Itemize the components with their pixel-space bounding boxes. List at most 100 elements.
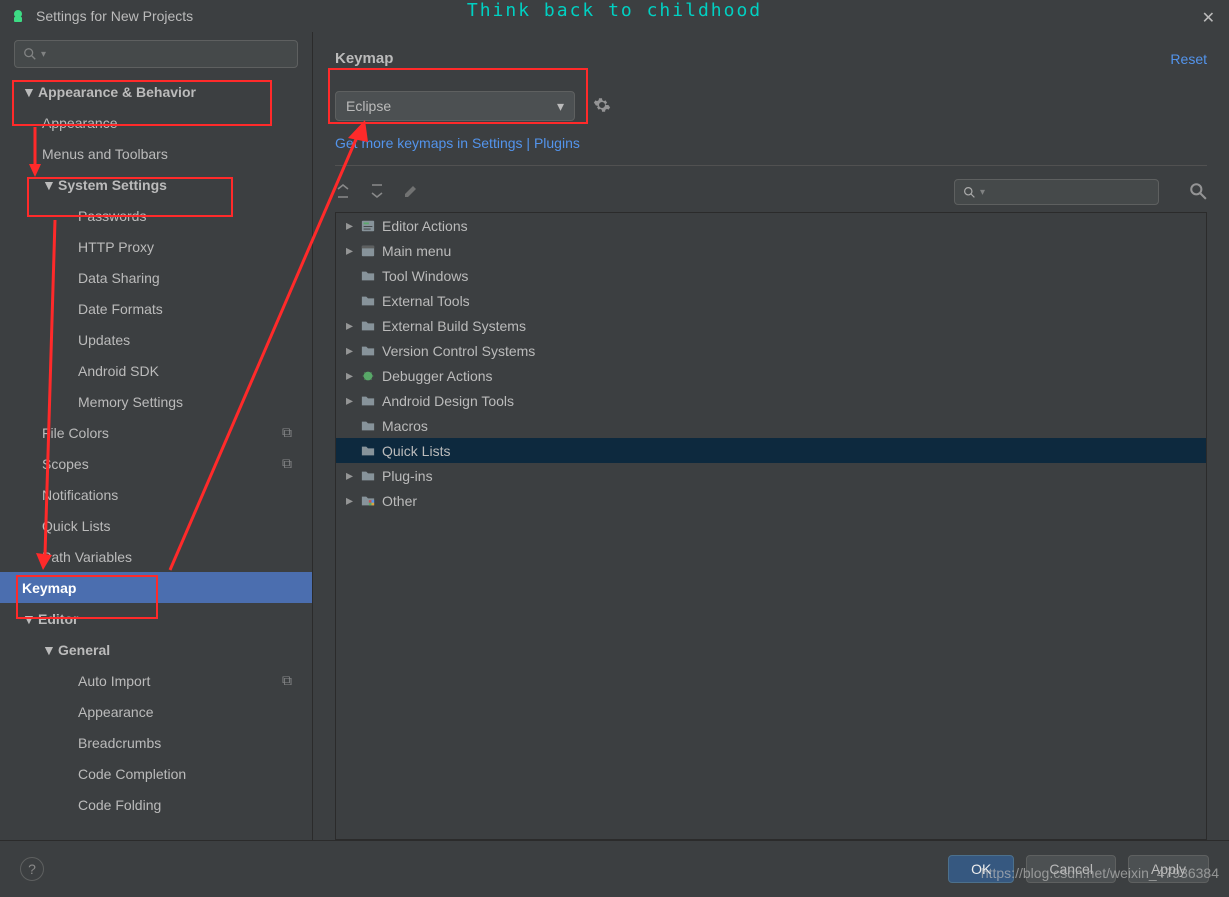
expand-arrow-icon: ▸	[346, 467, 360, 484]
keymap-toolbar: ▾	[335, 172, 1207, 212]
close-icon[interactable]: ✕	[1202, 8, 1215, 28]
sidebar-item-updates[interactable]: Updates	[0, 324, 312, 355]
sidebar-item-general[interactable]: ▼ General	[0, 634, 312, 665]
tree-item-external-tools[interactable]: External Tools	[336, 288, 1206, 313]
folder-icon	[360, 293, 376, 309]
sidebar-item-path-variables[interactable]: Path Variables	[0, 541, 312, 572]
expand-arrow-icon: ▸	[346, 392, 360, 409]
keymap-dropdown-row: Eclipse ▾	[335, 91, 1207, 121]
android-studio-logo-icon	[10, 8, 26, 24]
expand-arrow-icon: ▼	[42, 177, 52, 193]
tree-item-plug-ins[interactable]: ▸Plug-ins	[336, 463, 1206, 488]
sidebar-item-passwords[interactable]: Passwords	[0, 200, 312, 231]
edit-icon[interactable]	[403, 183, 419, 202]
help-button[interactable]: ?	[20, 857, 44, 881]
expand-arrow-icon: ▼	[22, 84, 32, 100]
sidebar-item-keymap[interactable]: Keymap	[0, 572, 312, 603]
sidebar-item-appearance-behavior[interactable]: ▼ Appearance & Behavior	[0, 76, 312, 107]
expand-arrow-icon: ▸	[346, 242, 360, 259]
action-search-input[interactable]: ▾	[954, 179, 1159, 205]
expand-arrow-icon: ▸	[346, 317, 360, 334]
nav-label: Data Sharing	[78, 270, 160, 286]
tree-label: Android Design Tools	[382, 393, 514, 409]
get-more-keymaps-link[interactable]: Get more keymaps in Settings | Plugins	[335, 135, 1207, 151]
keymap-actions-tree: ▸Editor Actions ▸ Main menu Tool Windows Ext…	[335, 212, 1207, 840]
project-scope-icon: ⧉	[282, 672, 292, 689]
sidebar-item-appearance[interactable]: Appearance	[0, 696, 312, 727]
sidebar-item-editor[interactable]: ▼ Editor	[0, 603, 312, 634]
keymap-dropdown[interactable]: Eclipse ▾	[335, 91, 575, 121]
sidebar-item-notifications[interactable]: Notifications	[0, 479, 312, 510]
nav-label: Date Formats	[78, 301, 163, 317]
tree-label: External Tools	[382, 293, 470, 309]
expand-arrow-icon: ▼	[42, 642, 52, 658]
tree-label: Quick Lists	[382, 443, 450, 459]
folder-icon	[360, 493, 376, 509]
sidebar-item-memory-settings[interactable]: Memory Settings	[0, 386, 312, 417]
sidebar-item-code-folding[interactable]: Code Folding	[0, 789, 312, 820]
find-by-shortcut-icon[interactable]	[1189, 182, 1207, 203]
tree-item-android-design-tools[interactable]: ▸ Android Design Tools	[336, 388, 1206, 413]
sidebar-item-quick-lists[interactable]: Quick Lists	[0, 510, 312, 541]
sidebar-item-code-completion[interactable]: Code Completion	[0, 758, 312, 789]
nav-label: Code Folding	[78, 797, 161, 813]
nav-label: Appearance & Behavior	[38, 84, 196, 100]
nav-label: System Settings	[58, 177, 167, 193]
sidebar-item-android-sdk[interactable]: Android SDK	[0, 355, 312, 386]
nav-label: Memory Settings	[78, 394, 183, 410]
main-panel: Keymap Reset Eclipse ▾ Get more keymaps …	[313, 32, 1229, 840]
folder-icon	[360, 418, 376, 434]
sidebar-item-auto-import[interactable]: Auto Import ⧉	[0, 665, 312, 696]
tree-label: Tool Windows	[382, 268, 468, 284]
tree-label: Debugger Actions	[382, 368, 493, 384]
tree-label: Main menu	[382, 243, 451, 259]
expand-all-icon[interactable]	[335, 183, 351, 202]
nav-label: General	[58, 642, 110, 658]
chevron-down-icon: ▾	[557, 98, 564, 115]
expand-arrow-icon: ▸	[346, 492, 360, 509]
nav-label: Appearance	[78, 704, 154, 720]
search-icon	[963, 186, 976, 199]
reset-link[interactable]: Reset	[1170, 51, 1207, 67]
chevron-down-icon: ▾	[41, 49, 46, 60]
folder-icon	[360, 318, 376, 334]
expand-arrow-icon: ▼	[22, 611, 32, 627]
tree-label: Macros	[382, 418, 428, 434]
divider	[335, 165, 1207, 166]
sidebar-item-menus-and-toolbars[interactable]: Menus and Toolbars	[0, 138, 312, 169]
sidebar-item-date-formats[interactable]: Date Formats	[0, 293, 312, 324]
nav-label: Scopes	[42, 456, 89, 472]
folder-icon	[360, 343, 376, 359]
nav-label: Auto Import	[78, 673, 150, 689]
tree-item-macros[interactable]: Macros	[336, 413, 1206, 438]
folder-icon	[360, 393, 376, 409]
nav-label: Appearance	[42, 115, 118, 131]
tree-item-tool-windows[interactable]: Tool Windows	[336, 263, 1206, 288]
sidebar-item-file-colors[interactable]: File Colors⧉	[0, 417, 312, 448]
project-scope-icon: ⧉	[282, 455, 292, 472]
tree-item-external-build-systems[interactable]: ▸External Build Systems	[336, 313, 1206, 338]
sidebar-item-system-settings[interactable]: ▼ System Settings	[0, 169, 312, 200]
folder-icon	[360, 443, 376, 459]
expand-arrow-icon: ▸	[346, 367, 360, 384]
nav-label: Editor	[38, 611, 78, 627]
sidebar-item-breadcrumbs[interactable]: Breadcrumbs	[0, 727, 312, 758]
tree-item-debugger-actions[interactable]: ▸ Debugger Actions	[336, 363, 1206, 388]
tree-item-editor-actions[interactable]: ▸Editor Actions	[336, 213, 1206, 238]
tree-item-main-menu[interactable]: ▸ Main menu	[336, 238, 1206, 263]
sidebar-item-scopes[interactable]: Scopes ⧉	[0, 448, 312, 479]
folder-icon	[360, 243, 376, 259]
tree-item-version-control-systems[interactable]: ▸Version Control Systems	[336, 338, 1206, 363]
gear-icon[interactable]	[593, 96, 611, 117]
tree-item-other[interactable]: ▸Other	[336, 488, 1206, 513]
collapse-all-icon[interactable]	[369, 183, 385, 202]
sidebar-nav-tree: ▼ Appearance & Behavior Appearance Menus an…	[0, 76, 312, 840]
sidebar-item-data-sharing[interactable]: Data Sharing	[0, 262, 312, 293]
sidebar-item-appearance[interactable]: Appearance	[0, 107, 312, 138]
tree-item-quick-lists[interactable]: Quick Lists	[336, 438, 1206, 463]
sidebar-search-input[interactable]: ▾	[14, 40, 298, 68]
sidebar: ▾ ▼ Appearance & Behavior Appearance Menus …	[0, 32, 313, 840]
nav-label: Quick Lists	[42, 518, 110, 534]
nav-label: Passwords	[78, 208, 146, 224]
sidebar-item-http-proxy[interactable]: HTTP Proxy	[0, 231, 312, 262]
